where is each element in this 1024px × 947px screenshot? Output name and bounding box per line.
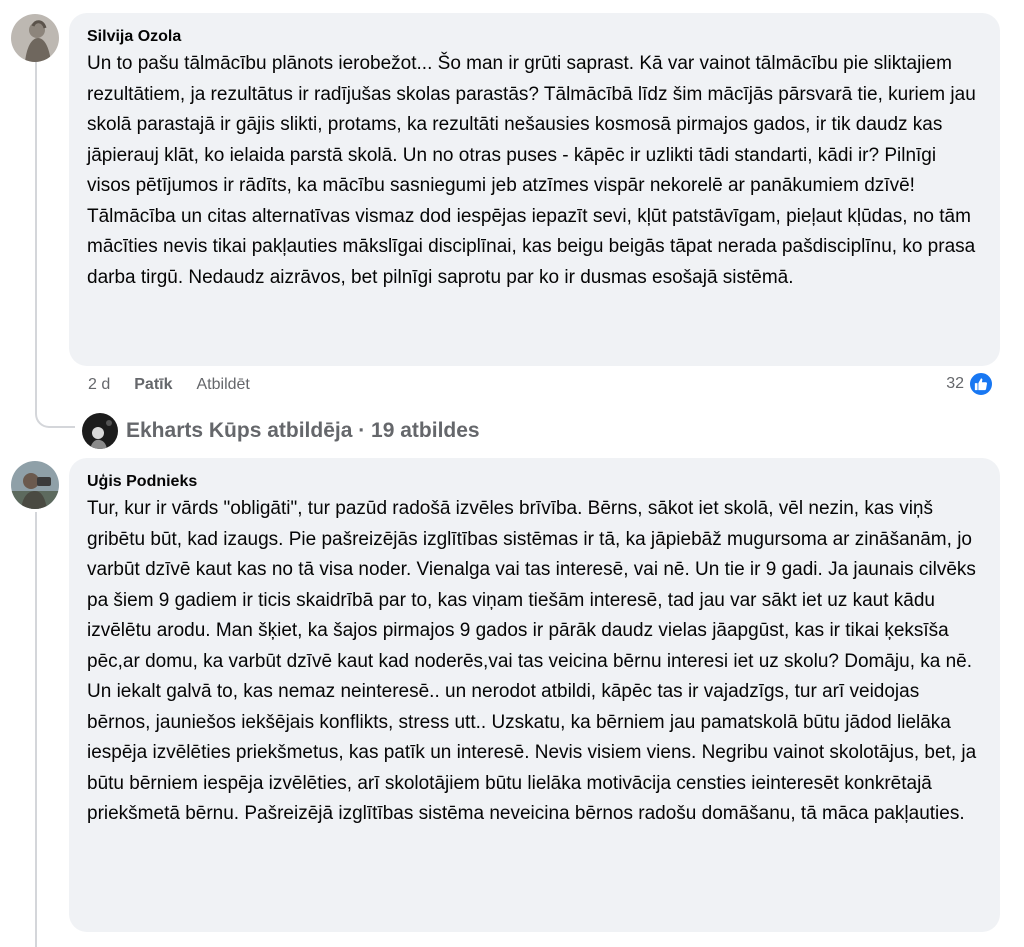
thread-line <box>35 52 37 382</box>
comment-timestamp[interactable]: 2 d <box>88 376 110 394</box>
avatar-ekharts-icon <box>82 413 118 449</box>
reply-button[interactable]: Atbildēt <box>197 376 250 394</box>
thread-line-2 <box>35 512 37 947</box>
avatar[interactable] <box>11 14 59 62</box>
like-thumb-icon <box>968 371 994 397</box>
reaction-summary[interactable]: 32 <box>946 371 994 397</box>
comment-author[interactable]: Silvija Ozola <box>87 27 982 47</box>
replies-label[interactable]: Ekharts Kūps atbildēja · 19 atbildes <box>126 419 480 443</box>
reaction-count: 32 <box>946 375 964 392</box>
comment-text: Tur, kur ir vārds "obligāti", tur pazūd … <box>87 498 977 824</box>
like-button[interactable]: Patīk <box>134 376 172 394</box>
avatar-silvija-icon <box>11 14 59 62</box>
comment-actions: 2 d Patīk Atbildēt <box>88 376 250 394</box>
comment-bubble: Uģis Podnieks Tur, kur ir vārds "obligāt… <box>69 458 1000 932</box>
comment-bubble: Silvija Ozola Un to pašu tālmācību plāno… <box>69 13 1000 366</box>
avatar[interactable] <box>11 461 59 509</box>
avatar-ugis-icon <box>11 461 59 509</box>
comment-author[interactable]: Uģis Podnieks <box>87 472 982 492</box>
comment-text: Un to pašu tālmācību plānots ierobežot..… <box>87 53 976 288</box>
thread-branch-line <box>35 380 75 428</box>
view-replies-link[interactable]: Ekharts Kūps atbildēja · 19 atbildes <box>82 413 480 449</box>
